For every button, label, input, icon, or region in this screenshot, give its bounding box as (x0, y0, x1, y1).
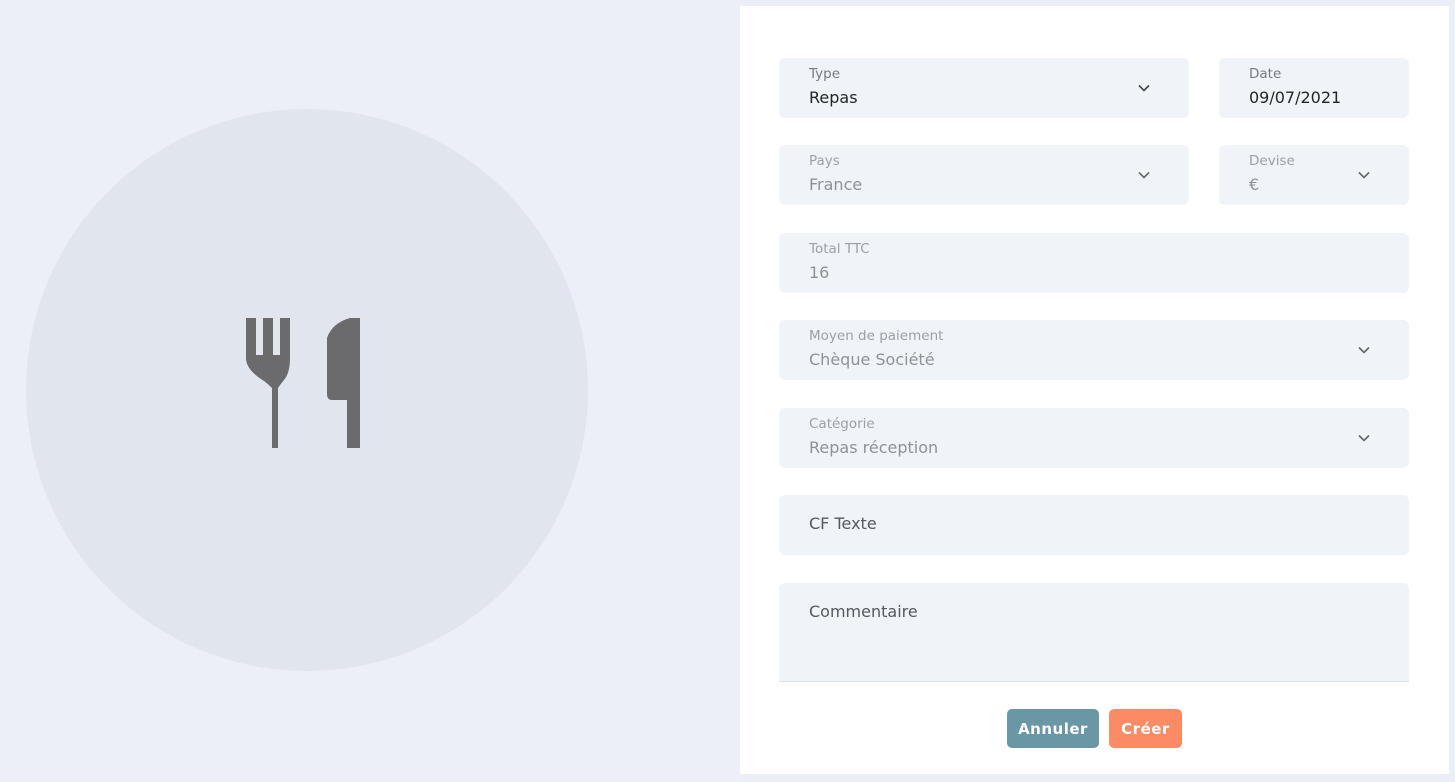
chevron-down-icon (1358, 171, 1370, 179)
date-field[interactable]: Date 09/07/2021 (1219, 58, 1409, 118)
category-value: Repas réception (809, 438, 939, 457)
type-select[interactable]: Type Repas (779, 58, 1189, 118)
currency-value: € (1249, 175, 1260, 194)
total-label: Total TTC (809, 241, 870, 257)
comment-textarea[interactable]: Commentaire (779, 583, 1409, 682)
category-select[interactable]: Catégorie Repas réception (779, 408, 1409, 468)
country-label: Pays (809, 153, 840, 169)
create-button[interactable]: Créer (1109, 709, 1182, 748)
payment-value: Chèque Société (809, 350, 935, 369)
illustration-panel (0, 0, 740, 782)
chevron-down-icon (1358, 434, 1370, 442)
country-value: France (809, 175, 863, 194)
total-value: 16 (809, 263, 830, 282)
total-field[interactable]: Total TTC 16 (779, 233, 1409, 293)
date-value: 09/07/2021 (1249, 88, 1342, 107)
type-value: Repas (809, 88, 858, 107)
payment-label: Moyen de paiement (809, 328, 944, 344)
type-label: Type (809, 66, 841, 82)
fork-knife-icon (246, 318, 360, 448)
cf-text-placeholder: CF Texte (809, 514, 877, 533)
cancel-button[interactable]: Annuler (1007, 709, 1099, 748)
currency-label: Devise (1249, 153, 1295, 169)
date-label: Date (1249, 66, 1282, 82)
chevron-down-icon (1358, 346, 1370, 354)
comment-placeholder: Commentaire (809, 602, 918, 621)
country-select[interactable]: Pays France (779, 145, 1189, 205)
chevron-down-icon (1138, 171, 1150, 179)
category-label: Catégorie (809, 416, 875, 432)
currency-select[interactable]: Devise € (1219, 145, 1409, 205)
chevron-down-icon (1138, 84, 1150, 92)
expense-form: Type Repas Date 09/07/2021 Pays France D… (740, 6, 1449, 774)
cf-text-input[interactable]: CF Texte (779, 495, 1409, 555)
payment-select[interactable]: Moyen de paiement Chèque Société (779, 320, 1409, 380)
